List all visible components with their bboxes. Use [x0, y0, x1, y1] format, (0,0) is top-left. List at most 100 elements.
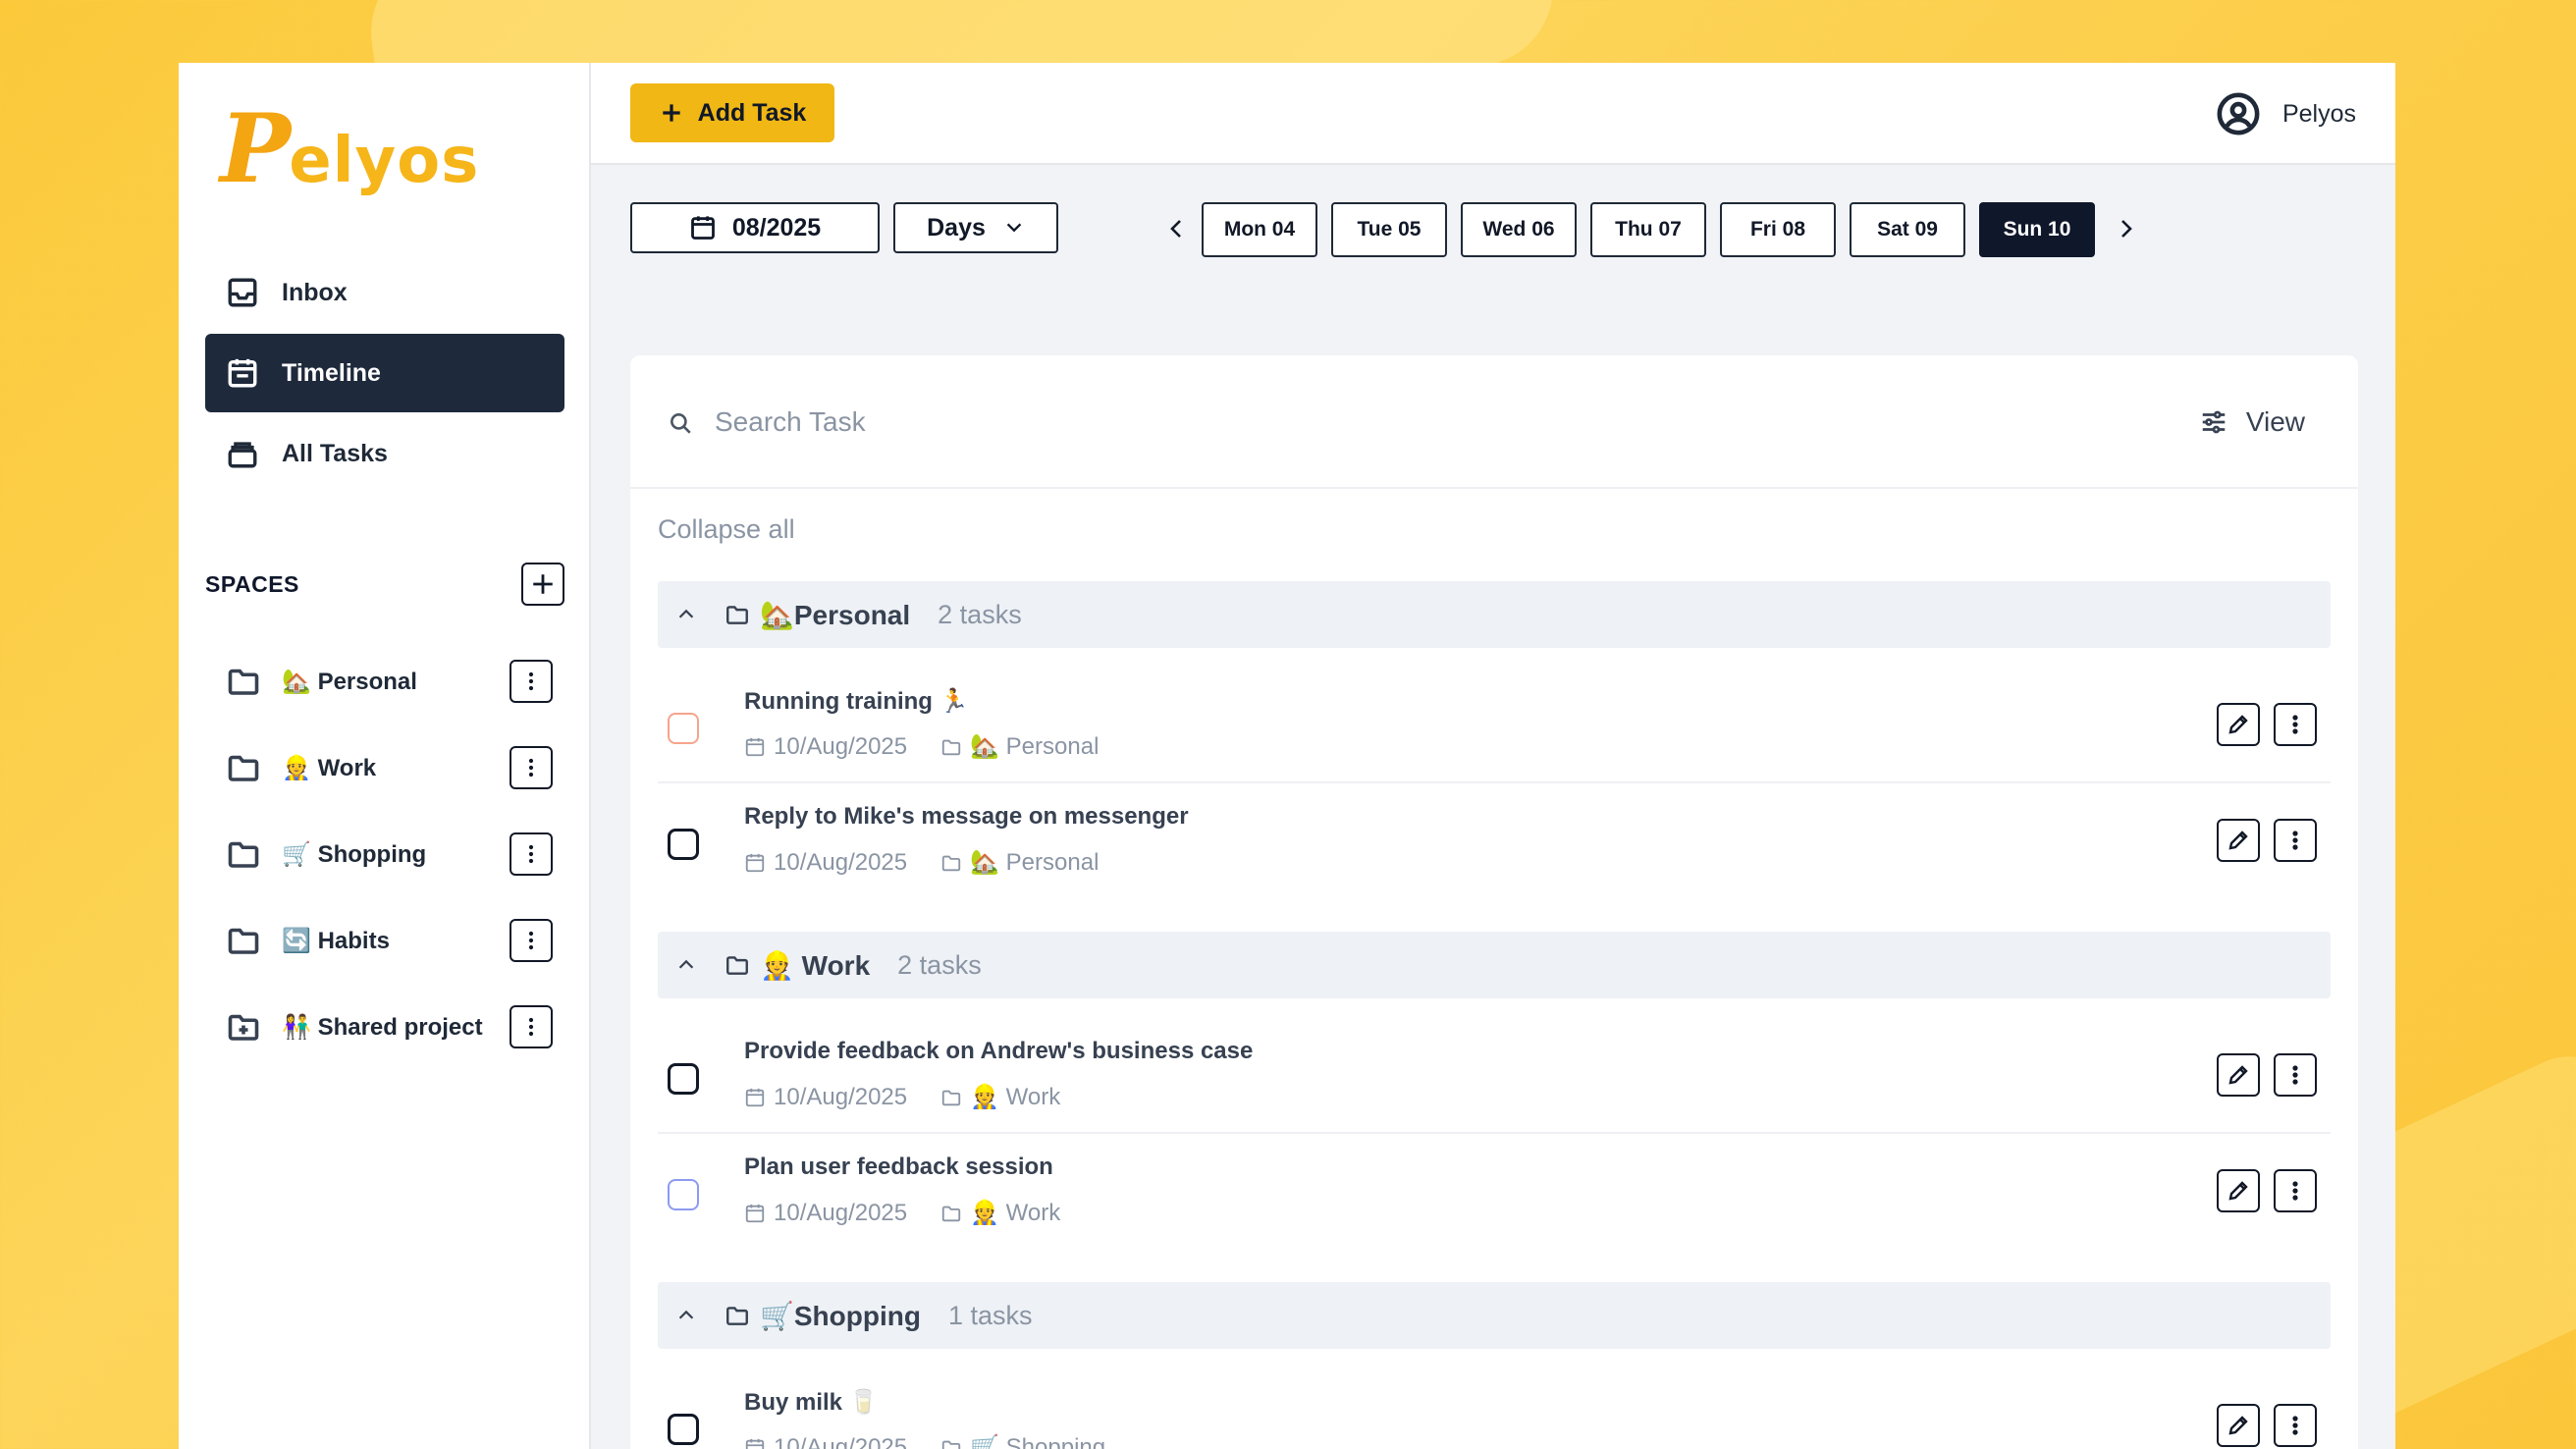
add-task-button[interactable]: Add Task [630, 83, 834, 142]
task-meta: 10/Aug/2025 🛒 Shopping [744, 1433, 1105, 1449]
space-label: 🔄 Habits [282, 926, 390, 954]
logo: Pelyos [220, 100, 479, 198]
group-header-work[interactable]: 👷 Work 2 tasks [658, 932, 2331, 998]
folder-icon [225, 835, 262, 873]
task-checkbox[interactable] [668, 1179, 699, 1210]
top-bar: Add Task Pelyos [591, 63, 2395, 165]
nav-item-all-tasks[interactable]: All Tasks [205, 414, 564, 493]
space-item-personal[interactable]: 🏡 Personal [205, 638, 564, 724]
add-space-button[interactable] [521, 563, 564, 606]
task-card: View Collapse all 🏡Personal 2 tasks Runn… [630, 355, 2358, 1449]
range-label: Days [927, 213, 986, 242]
calendar-icon [690, 216, 715, 240]
task-menu-button[interactable] [2274, 1053, 2317, 1097]
space-label: 👫 Shared project [282, 1012, 483, 1041]
task-meta: 10/Aug/2025 🏡 Personal [744, 732, 1099, 761]
calendar-icon [745, 853, 765, 872]
task-row: Reply to Mike's message on messenger 10/… [658, 783, 2331, 899]
more-vertical-icon [528, 671, 534, 691]
month-picker-button[interactable]: 08/2025 [630, 202, 880, 253]
chevron-down-icon [1006, 223, 1022, 233]
space-menu-button[interactable] [510, 832, 553, 876]
task-menu-button[interactable] [2274, 1169, 2317, 1212]
task-menu-button[interactable] [2274, 1404, 2317, 1447]
edit-task-button[interactable] [2217, 703, 2260, 746]
task-date: 10/Aug/2025 [774, 1199, 908, 1226]
day-button[interactable]: Wed 06 [1461, 202, 1577, 257]
space-menu-button[interactable] [510, 1005, 553, 1048]
group-title: 🛒Shopping [760, 1299, 921, 1332]
space-menu-button[interactable] [510, 746, 553, 789]
task-checkbox[interactable] [668, 713, 699, 744]
task-checkbox[interactable] [668, 1414, 699, 1445]
group-header-personal[interactable]: 🏡Personal 2 tasks [658, 581, 2331, 648]
folder-icon [724, 601, 752, 628]
task-checkbox[interactable] [668, 1063, 699, 1095]
day-button[interactable]: Mon 04 [1202, 202, 1317, 257]
folder-plus-icon [225, 1008, 262, 1046]
chevron-up-icon [671, 600, 701, 629]
add-task-label: Add Task [697, 98, 807, 127]
day-button[interactable]: Fri 08 [1720, 202, 1836, 257]
task-menu-button[interactable] [2274, 819, 2317, 862]
day-button[interactable]: Tue 05 [1331, 202, 1447, 257]
task-space: 🛒 Shopping [970, 1434, 1106, 1449]
logo-text: elyos [289, 125, 480, 197]
nav-label: Timeline [282, 358, 381, 387]
folder-icon [225, 749, 262, 786]
edit-task-button[interactable] [2217, 1053, 2260, 1097]
nav-label: All Tasks [282, 439, 388, 467]
day-button[interactable]: Thu 07 [1590, 202, 1706, 257]
task-meta: 10/Aug/2025 👷 Work [744, 1083, 1060, 1111]
inbox-icon [225, 275, 260, 310]
collapse-all-link[interactable]: Collapse all [658, 514, 795, 545]
search-icon [668, 410, 693, 441]
search-input[interactable] [715, 395, 1893, 450]
task-checkbox[interactable] [668, 829, 699, 860]
pencil-icon [2228, 1416, 2248, 1435]
edit-task-button[interactable] [2217, 1169, 2260, 1212]
next-week-button[interactable] [2111, 214, 2140, 243]
edit-task-button[interactable] [2217, 1404, 2260, 1447]
task-title: Plan user feedback session [744, 1154, 1053, 1180]
task-menu-button[interactable] [2274, 703, 2317, 746]
day-button[interactable]: Sat 09 [1850, 202, 1965, 257]
task-row: Plan user feedback session 10/Aug/2025 👷… [658, 1134, 2331, 1250]
range-dropdown[interactable]: Days [893, 202, 1058, 253]
space-item-shared-project[interactable]: 👫 Shared project [205, 984, 564, 1070]
task-meta: 10/Aug/2025 👷 Work [744, 1199, 1060, 1227]
folder-icon [225, 922, 262, 959]
group-title: 👷 Work [760, 948, 871, 982]
folder-icon [941, 1440, 961, 1449]
space-menu-button[interactable] [510, 919, 553, 962]
sidebar: Pelyos Inbox Timeline All Tasks SPACES 🏡… [179, 63, 591, 1449]
calendar-icon [745, 737, 765, 756]
calendar-icon [745, 1204, 765, 1222]
task-title: Buy milk 🥛 [744, 1389, 879, 1416]
nav-item-timeline[interactable]: Timeline [205, 334, 564, 412]
space-menu-button[interactable] [510, 660, 553, 703]
group-count: 2 tasks [897, 949, 982, 980]
space-label: 🏡 Personal [282, 667, 417, 695]
more-vertical-icon [2292, 715, 2298, 734]
prev-week-button[interactable] [1162, 214, 1192, 243]
folder-icon [941, 1090, 961, 1105]
more-vertical-icon [2292, 1065, 2298, 1085]
group-header-shopping[interactable]: 🛒Shopping 1 tasks [658, 1282, 2331, 1349]
folder-icon [724, 1302, 752, 1329]
more-vertical-icon [528, 844, 534, 864]
day-button-selected[interactable]: Sun 10 [1979, 202, 2095, 257]
space-item-habits[interactable]: 🔄 Habits [205, 897, 564, 984]
pencil-icon [2228, 715, 2248, 734]
space-item-work[interactable]: 👷 Work [205, 724, 564, 811]
task-row: Buy milk 🥛 10/Aug/2025 🛒 Shopping [658, 1368, 2331, 1449]
nav-item-inbox[interactable]: Inbox [205, 253, 564, 332]
view-button[interactable]: View [2199, 399, 2305, 446]
task-meta: 10/Aug/2025 🏡 Personal [744, 848, 1099, 877]
group-count: 2 tasks [938, 599, 1022, 629]
user-menu[interactable]: Pelyos [2216, 87, 2356, 140]
space-item-shopping[interactable]: 🛒 Shopping [205, 811, 564, 897]
plus-icon [662, 104, 680, 122]
main-nav: Inbox Timeline All Tasks [205, 253, 564, 495]
edit-task-button[interactable] [2217, 819, 2260, 862]
